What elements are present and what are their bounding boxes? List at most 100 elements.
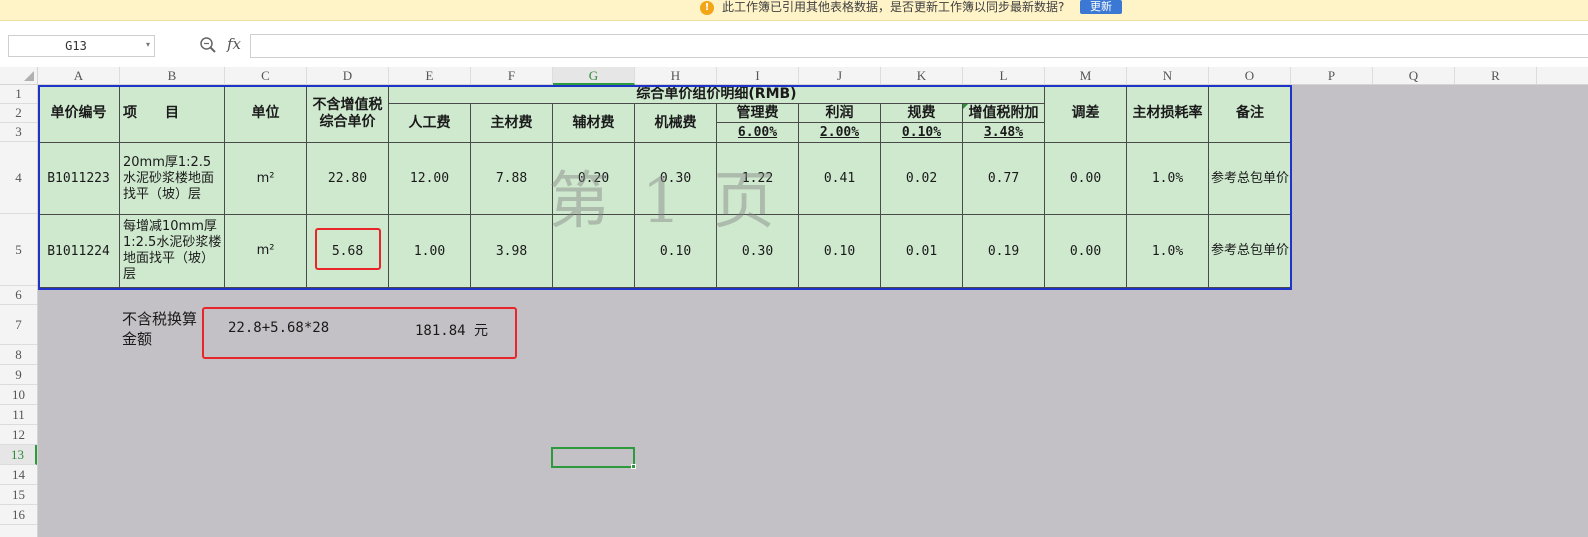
header-vat-surcharge[interactable]: 增值税附加 <box>963 104 1045 123</box>
calculation-result[interactable]: 181.84 元 <box>415 320 488 340</box>
cell-aux-material[interactable] <box>553 215 635 288</box>
row-header-5[interactable]: 5 <box>0 214 37 286</box>
header-profit[interactable]: 利润 <box>799 104 881 123</box>
row-header-9[interactable]: 9 <box>0 365 37 385</box>
cell-item[interactable]: 每增减10mm厚1:2.5水泥砂浆楼地面找平（坡）层 <box>120 215 225 288</box>
row-header-14[interactable]: 14 <box>0 465 37 485</box>
row-header-15[interactable]: 15 <box>0 485 37 505</box>
row-header-13[interactable]: 13 <box>0 445 37 465</box>
column-header-r[interactable]: R <box>1455 67 1537 85</box>
cell-machinery[interactable]: 0.30 <box>635 143 717 215</box>
column-header-m[interactable]: M <box>1045 67 1127 85</box>
cell-main-material[interactable]: 7.88 <box>471 143 553 215</box>
cell-machinery[interactable]: 0.10 <box>635 215 717 288</box>
column-header-d[interactable]: D <box>307 67 389 85</box>
column-header-c[interactable]: C <box>225 67 307 85</box>
cell-fees[interactable]: 0.01 <box>881 215 963 288</box>
header-fees[interactable]: 规费 <box>881 104 963 123</box>
cell-adjustment[interactable]: 0.00 <box>1045 143 1127 215</box>
cell-labor[interactable]: 1.00 <box>389 215 471 288</box>
select-all-triangle-icon[interactable] <box>24 71 34 81</box>
select-all-corner[interactable] <box>0 67 38 85</box>
cell-labor[interactable]: 12.00 <box>389 143 471 215</box>
header-vat-surcharge-rate[interactable]: 3.48% <box>963 123 1045 143</box>
cell-vat-surcharge[interactable]: 0.77 <box>963 143 1045 215</box>
cell-remark[interactable]: 参考总包单价 <box>1209 215 1292 288</box>
row-header-6[interactable]: 6 <box>0 286 37 305</box>
header-labor[interactable]: 人工费 <box>389 104 471 143</box>
row-header-bar: 1 2 3 4 5 6 7 8 9 10 11 12 13 14 15 16 <box>0 85 38 537</box>
column-header-p[interactable]: P <box>1291 67 1373 85</box>
header-unit[interactable]: 单位 <box>225 85 307 143</box>
header-adjustment[interactable]: 调差 <box>1045 85 1127 143</box>
header-price-excl-tax[interactable]: 不含增值税综合单价 <box>307 85 389 143</box>
cell-loss-rate[interactable]: 1.0% <box>1127 143 1209 215</box>
column-header-q[interactable]: Q <box>1373 67 1455 85</box>
column-header-g[interactable]: G <box>553 67 635 85</box>
row-header-1[interactable]: 1 <box>0 85 37 104</box>
cell-remark[interactable]: 参考总包单价 <box>1209 143 1292 215</box>
header-management[interactable]: 管理费 <box>717 104 799 123</box>
fill-handle[interactable] <box>631 464 636 469</box>
header-item[interactable]: 项 目 <box>120 85 225 143</box>
row-header-3[interactable]: 3 <box>0 123 37 142</box>
header-loss-rate[interactable]: 主材损耗率 <box>1127 85 1209 143</box>
calculation-formula[interactable]: 22.8+5.68*28 <box>228 320 329 336</box>
cell-unit[interactable]: m² <box>225 143 307 215</box>
header-fees-rate[interactable]: 0.10% <box>881 123 963 143</box>
update-button[interactable]: 更新 <box>1080 0 1122 14</box>
cell-main-material[interactable]: 3.98 <box>471 215 553 288</box>
column-header-e[interactable]: E <box>389 67 471 85</box>
row-header-7[interactable]: 7 <box>0 305 37 345</box>
column-header-l[interactable]: L <box>963 67 1045 85</box>
name-box-dropdown-icon[interactable]: ▾ <box>146 40 150 49</box>
cell-code[interactable]: B1011223 <box>38 143 120 215</box>
column-header-i[interactable]: I <box>717 67 799 85</box>
cell-loss-rate[interactable]: 1.0% <box>1127 215 1209 288</box>
cell-management[interactable]: 1.22 <box>717 143 799 215</box>
cell-fees[interactable]: 0.02 <box>881 143 963 215</box>
row-header-4[interactable]: 4 <box>0 142 37 214</box>
header-breakdown[interactable]: 综合单价组价明细(RMB) <box>389 85 1045 104</box>
cell-management[interactable]: 0.30 <box>717 215 799 288</box>
row-header-16[interactable]: 16 <box>0 505 37 525</box>
formula-input[interactable] <box>250 34 1588 58</box>
header-management-rate[interactable]: 6.00% <box>717 123 799 143</box>
column-header-h[interactable]: H <box>635 67 717 85</box>
cell-price[interactable]: 5.68 <box>307 215 389 288</box>
cell-aux-material[interactable]: 0.20 <box>553 143 635 215</box>
header-profit-rate[interactable]: 2.00% <box>799 123 881 143</box>
column-header-o[interactable]: O <box>1209 67 1291 85</box>
column-header-k[interactable]: K <box>881 67 963 85</box>
header-aux-material[interactable]: 辅材费 <box>553 104 635 143</box>
column-header-n[interactable]: N <box>1127 67 1209 85</box>
row-header-2[interactable]: 2 <box>0 104 37 123</box>
header-remark[interactable]: 备注 <box>1209 85 1292 143</box>
cell-profit[interactable]: 0.41 <box>799 143 881 215</box>
row-header-10[interactable]: 10 <box>0 385 37 405</box>
warning-icon: ! <box>700 1 714 15</box>
header-machinery[interactable]: 机械费 <box>635 104 717 143</box>
cell-profit[interactable]: 0.10 <box>799 215 881 288</box>
row-header-12[interactable]: 12 <box>0 425 37 445</box>
column-header-a[interactable]: A <box>38 67 120 85</box>
cell-adjustment[interactable]: 0.00 <box>1045 215 1127 288</box>
tax-conversion-label: 不含税换算金额 <box>122 310 198 348</box>
header-main-material[interactable]: 主材费 <box>471 104 553 143</box>
column-header-j[interactable]: J <box>799 67 881 85</box>
name-box[interactable]: G13 ▾ <box>8 35 155 57</box>
column-header-f[interactable]: F <box>471 67 553 85</box>
cell-item[interactable]: 20mm厚1:2.5水泥砂浆楼地面找平（坡）层 <box>120 143 225 215</box>
function-icon[interactable]: fx <box>227 35 241 53</box>
cell-price[interactable]: 22.80 <box>307 143 389 215</box>
row-header-8[interactable]: 8 <box>0 345 37 365</box>
active-cell-selection[interactable] <box>551 447 635 468</box>
header-code[interactable]: 单价编号 <box>38 85 120 143</box>
row-header-11[interactable]: 11 <box>0 405 37 425</box>
column-header-b[interactable]: B <box>120 67 225 85</box>
cell-code[interactable]: B1011224 <box>38 215 120 288</box>
zoom-icon[interactable] <box>199 36 217 54</box>
cell-unit[interactable]: m² <box>225 215 307 288</box>
cell-vat-surcharge[interactable]: 0.19 <box>963 215 1045 288</box>
cell-error-indicator-icon[interactable] <box>963 104 968 109</box>
